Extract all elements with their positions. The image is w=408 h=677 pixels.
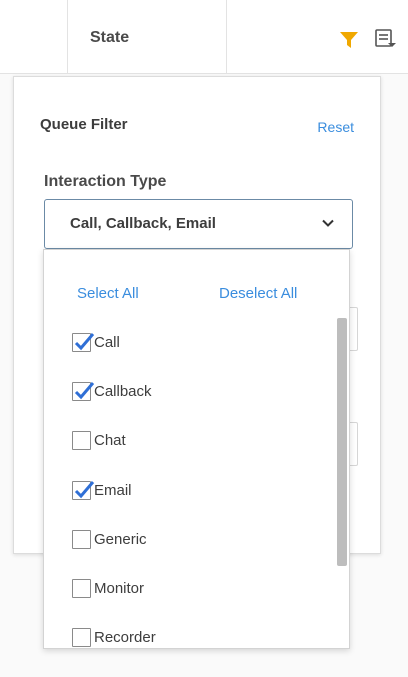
option-email[interactable]: Email xyxy=(72,478,322,502)
option-callback[interactable]: Callback xyxy=(72,379,322,403)
option-generic[interactable]: Generic xyxy=(72,527,322,551)
column-settings-icon[interactable] xyxy=(374,28,396,50)
option-recorder[interactable]: Recorder xyxy=(72,625,322,648)
chevron-down-icon xyxy=(322,219,334,227)
state-column-header[interactable]: State xyxy=(90,29,129,47)
checkbox[interactable] xyxy=(72,480,95,500)
scrollbar-thumb[interactable] xyxy=(337,318,347,566)
checkbox[interactable] xyxy=(72,430,91,450)
queue-filter-screen: State Queue Filter Reset Interaction Typ… xyxy=(0,0,408,677)
checkmark-icon xyxy=(74,480,95,498)
option-label: Generic xyxy=(94,530,147,548)
checkmark-icon xyxy=(74,332,95,350)
select-all-link[interactable]: Select All xyxy=(77,285,139,302)
option-label: Callback xyxy=(94,382,152,400)
option-call[interactable]: Call xyxy=(72,330,322,354)
option-label: Call xyxy=(94,333,120,351)
funnel-icon[interactable] xyxy=(339,31,359,49)
interaction-type-label: Interaction Type xyxy=(44,173,167,190)
checkbox[interactable] xyxy=(72,627,91,647)
panel-title: Queue Filter xyxy=(40,116,128,133)
table-header-row: State xyxy=(0,0,408,74)
interaction-type-dropdown: Select All Deselect All Call Callback Ch… xyxy=(43,249,350,649)
checkbox[interactable] xyxy=(72,381,95,401)
interaction-type-selected-value: Call, Callback, Email xyxy=(70,215,216,232)
dropdown-scrollbar[interactable] xyxy=(335,250,349,648)
checkbox[interactable] xyxy=(72,578,91,598)
deselect-all-link[interactable]: Deselect All xyxy=(219,285,297,302)
checkbox[interactable] xyxy=(72,332,95,352)
option-label: Monitor xyxy=(94,579,145,597)
option-label: Email xyxy=(94,481,132,499)
checkmark-icon xyxy=(74,381,95,399)
option-monitor[interactable]: Monitor xyxy=(72,576,322,600)
option-chat[interactable]: Chat xyxy=(72,428,322,452)
column-divider xyxy=(226,0,227,74)
column-divider xyxy=(67,0,68,74)
reset-link[interactable]: Reset xyxy=(317,119,354,135)
interaction-type-select[interactable]: Call, Callback, Email xyxy=(44,199,353,249)
option-label: Chat xyxy=(94,431,126,449)
checkbox[interactable] xyxy=(72,529,91,549)
option-label: Recorder xyxy=(94,628,156,646)
